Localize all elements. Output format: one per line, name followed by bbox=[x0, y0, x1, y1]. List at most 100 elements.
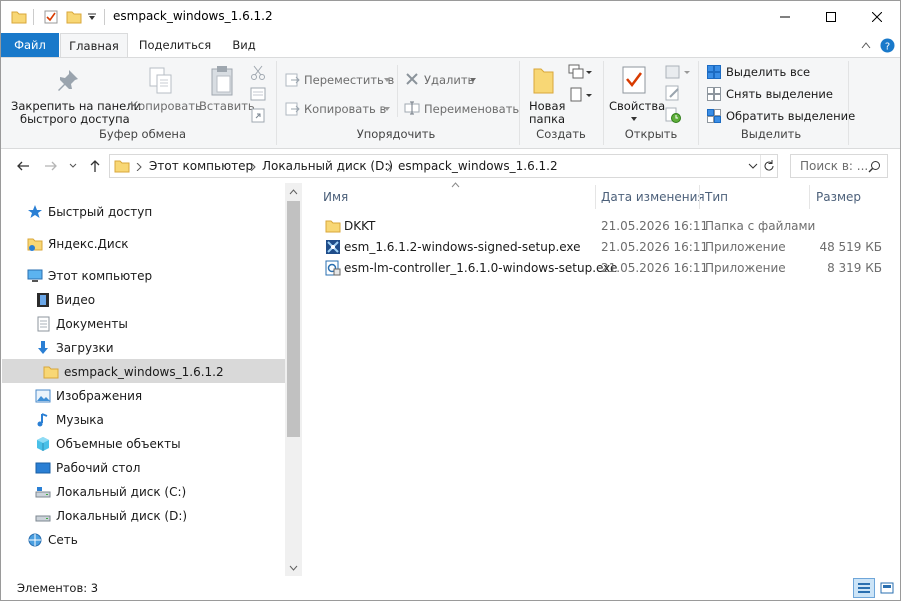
nav-scrollbar[interactable] bbox=[285, 183, 302, 576]
column-header-size[interactable]: Размер bbox=[816, 185, 861, 209]
delete-label: Удалить bbox=[424, 73, 475, 87]
back-arrow-icon[interactable] bbox=[15, 158, 31, 174]
column-header-type[interactable]: Тип bbox=[705, 185, 728, 209]
table-row[interactable]: DKKT 21.05.2026 16:11 Папка с файлами bbox=[317, 215, 891, 237]
disk-d-icon bbox=[35, 515, 51, 522]
nav-3d-objects[interactable]: Объемные объекты bbox=[56, 432, 181, 456]
chevron-down-icon[interactable] bbox=[289, 565, 298, 571]
chevron-down-icon[interactable] bbox=[748, 163, 758, 169]
pin-icon bbox=[58, 70, 78, 91]
nav-downloads[interactable]: Загрузки bbox=[56, 336, 114, 360]
nav-selected-folder[interactable]: esmpack_windows_1.6.1.2 bbox=[64, 360, 224, 384]
invert-selection-icon bbox=[707, 109, 721, 123]
folder-icon bbox=[11, 11, 27, 24]
chevron-up-icon[interactable] bbox=[861, 41, 871, 49]
file-name: esm-lm-controller_1.6.1.0-windows-setup.… bbox=[344, 261, 618, 275]
open-group-label: Открыть bbox=[624, 127, 678, 141]
tab-home[interactable]: Главная bbox=[60, 33, 128, 58]
nav-scrollbar-thumb[interactable] bbox=[287, 201, 300, 437]
maximize-button[interactable] bbox=[808, 1, 854, 33]
new-folder-label-line2: папка bbox=[529, 112, 566, 126]
recent-locations-icon[interactable] bbox=[69, 163, 77, 169]
file-size: 8 319 КБ bbox=[827, 261, 882, 275]
tab-share[interactable]: Поделиться bbox=[133, 33, 217, 57]
music-icon bbox=[37, 413, 48, 427]
paste-icon bbox=[211, 66, 233, 96]
details-view-button[interactable] bbox=[853, 578, 875, 598]
paste-label: Вставить bbox=[199, 99, 255, 113]
search-box[interactable]: Поиск в: ... bbox=[790, 154, 888, 178]
nav-this-pc[interactable]: Этот компьютер bbox=[48, 264, 152, 288]
chevron-down-icon[interactable] bbox=[87, 12, 97, 22]
new-folder-icon bbox=[533, 68, 554, 94]
new-folder-qat-icon[interactable] bbox=[66, 9, 82, 25]
table-row[interactable]: esm_1.6.1.2-windows-signed-setup.exe 21.… bbox=[317, 236, 891, 258]
minimize-button[interactable] bbox=[762, 1, 808, 33]
large-icons-view-icon bbox=[880, 582, 894, 594]
nav-images[interactable]: Изображения bbox=[56, 384, 142, 408]
close-icon bbox=[872, 12, 882, 22]
nav-music[interactable]: Музыка bbox=[56, 408, 104, 432]
properties-label: Свойства bbox=[609, 99, 666, 113]
copy-path-icon[interactable] bbox=[250, 87, 266, 101]
properties-qat-icon[interactable] bbox=[43, 9, 59, 25]
invert-selection-label: Обратить выделение bbox=[726, 109, 856, 123]
file-type: Приложение bbox=[705, 261, 786, 275]
table-row[interactable]: esm-lm-controller_1.6.1.0-windows-setup.… bbox=[317, 257, 891, 279]
tab-file[interactable]: Файл bbox=[1, 33, 59, 57]
nav-disk-d[interactable]: Локальный диск (D:) bbox=[56, 504, 187, 528]
ribbon-separator bbox=[848, 61, 849, 145]
chevron-down-icon bbox=[470, 78, 476, 82]
column-header-name[interactable]: Имя bbox=[323, 185, 348, 209]
file-date: 21.05.2026 16:11 bbox=[601, 240, 709, 254]
help-icon[interactable]: ? bbox=[880, 38, 895, 53]
cut-icon[interactable] bbox=[250, 65, 266, 81]
setup-exe-icon bbox=[325, 260, 341, 276]
file-date: 21.05.2026 16:11 bbox=[601, 219, 709, 233]
close-button[interactable] bbox=[854, 1, 900, 33]
forward-arrow-icon[interactable] bbox=[43, 158, 59, 174]
chevron-up-icon[interactable] bbox=[289, 189, 298, 195]
easy-access-icon[interactable] bbox=[568, 87, 592, 103]
select-all-label: Выделить все bbox=[726, 65, 811, 79]
pin-label-line2: быстрого доступа bbox=[20, 112, 130, 126]
disk-c-icon bbox=[35, 487, 51, 498]
breadcrumb-current-folder[interactable]: esmpack_windows_1.6.1.2 bbox=[398, 159, 558, 173]
paste-shortcut-icon[interactable] bbox=[250, 107, 266, 123]
chevron-down-icon bbox=[631, 117, 637, 121]
status-item-count: Элементов: 3 bbox=[17, 581, 99, 595]
nav-video[interactable]: Видео bbox=[56, 288, 95, 312]
nav-documents[interactable]: Документы bbox=[56, 312, 128, 336]
organize-group-label: Упорядочить bbox=[356, 127, 436, 141]
nav-yandex-disk[interactable]: Яндекс.Диск bbox=[48, 232, 129, 256]
large-icons-view-button[interactable] bbox=[877, 578, 897, 598]
file-name: DKKT bbox=[344, 219, 376, 233]
computer-icon bbox=[27, 269, 43, 282]
new-item-icon[interactable] bbox=[568, 64, 592, 80]
chevron-down-icon bbox=[384, 78, 390, 82]
nav-disk-c[interactable]: Локальный диск (C:) bbox=[56, 480, 186, 504]
search-input[interactable]: Поиск в: ... bbox=[800, 159, 868, 173]
open-icon[interactable] bbox=[665, 64, 691, 80]
clipboard-group-label: Буфер обмена bbox=[99, 127, 187, 141]
maximize-icon bbox=[826, 12, 836, 22]
refresh-icon[interactable] bbox=[763, 160, 775, 172]
history-icon[interactable] bbox=[665, 107, 681, 123]
minimize-icon bbox=[780, 16, 790, 18]
edit-icon[interactable] bbox=[665, 85, 681, 101]
window-title: esmpack_windows_1.6.1.2 bbox=[113, 9, 273, 23]
copy-to-label: Копировать в bbox=[304, 102, 387, 116]
up-arrow-icon[interactable] bbox=[87, 158, 103, 174]
nav-network[interactable]: Сеть bbox=[48, 528, 78, 552]
tab-view[interactable]: Вид bbox=[223, 33, 265, 57]
breadcrumb-disk-d[interactable]: Локальный диск (D:) bbox=[262, 159, 393, 173]
nav-quick-access[interactable]: Быстрый доступ bbox=[48, 200, 152, 224]
address-bar[interactable]: Этот компьютер Локальный диск (D:) esmpa… bbox=[109, 154, 778, 178]
chevron-down-icon bbox=[384, 107, 390, 111]
search-icon bbox=[868, 161, 880, 173]
column-header-date[interactable]: Дата изменения bbox=[601, 185, 705, 209]
star-icon bbox=[28, 205, 42, 218]
breadcrumb-this-pc[interactable]: Этот компьютер bbox=[149, 159, 253, 173]
create-group-label: Создать bbox=[536, 127, 586, 141]
nav-desktop[interactable]: Рабочий стол bbox=[56, 456, 140, 480]
